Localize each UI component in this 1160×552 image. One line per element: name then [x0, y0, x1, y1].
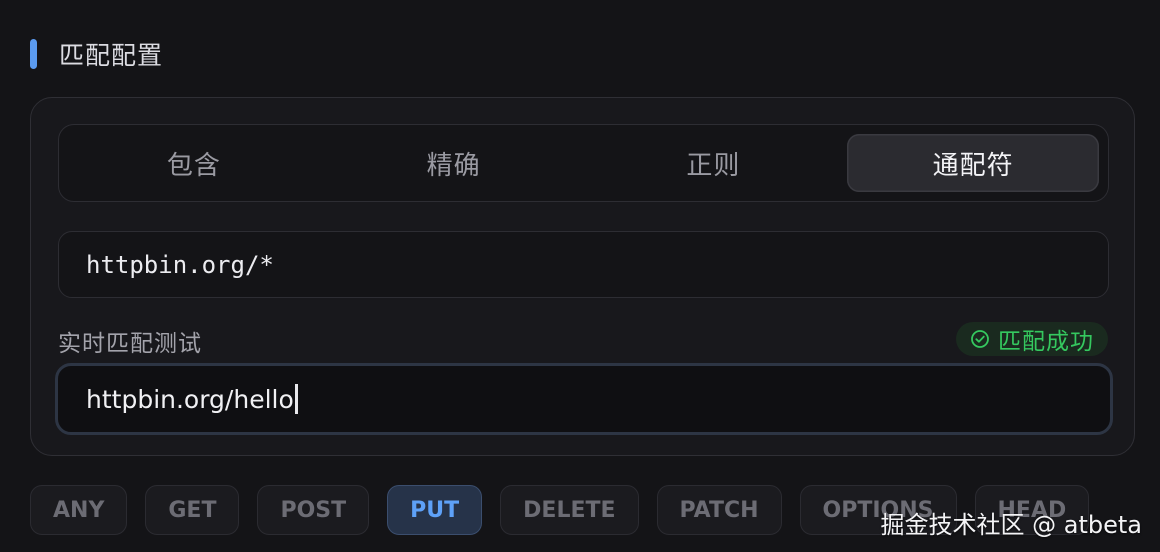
method-put[interactable]: PUT — [387, 485, 483, 535]
match-status-badge: 匹配成功 — [956, 322, 1108, 356]
watermark: 掘金技术社区 @ atbeta — [880, 511, 1143, 539]
match-mode-wildcard[interactable]: 通配符 — [847, 134, 1099, 192]
section-accent-bar — [30, 39, 37, 69]
match-config-card: 包含 精确 正则 通配符 httpbin.org/* 实时匹配测试 匹配成功 h… — [30, 97, 1135, 456]
method-patch[interactable]: PATCH — [656, 485, 782, 535]
match-mode-exact[interactable]: 精确 — [328, 134, 580, 192]
section-title: 匹配配置 — [59, 41, 164, 70]
test-label: 实时匹配测试 — [58, 331, 202, 357]
method-any[interactable]: ANY — [30, 485, 128, 535]
match-mode-contains[interactable]: 包含 — [68, 134, 320, 192]
match-status-text: 匹配成功 — [998, 329, 1094, 355]
method-get[interactable]: GET — [145, 485, 240, 535]
match-mode-segmented-control: 包含 精确 正则 通配符 — [58, 124, 1109, 202]
test-url-value: httpbin.org/hello — [86, 384, 294, 414]
test-url-input[interactable]: httpbin.org/hello — [55, 363, 1113, 435]
match-mode-regex[interactable]: 正则 — [588, 134, 840, 192]
pattern-input[interactable]: httpbin.org/* — [58, 231, 1109, 298]
method-post[interactable]: POST — [257, 485, 370, 535]
method-delete[interactable]: DELETE — [500, 485, 639, 535]
check-circle-icon — [971, 330, 989, 348]
text-caret — [294, 384, 298, 414]
pattern-input-value: httpbin.org/* — [86, 250, 274, 279]
section-header: 匹配配置 — [30, 36, 163, 72]
